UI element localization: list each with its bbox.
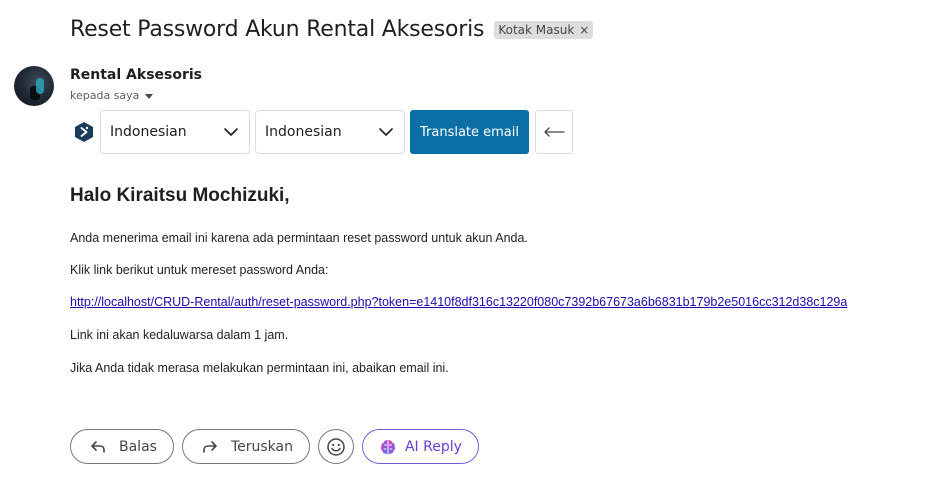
- reply-label: Balas: [119, 438, 157, 455]
- sender-name[interactable]: Rental Aksesoris: [70, 67, 202, 83]
- translate-bar: Indonesian Indonesian Translate email: [74, 110, 573, 154]
- subject-row: Reset Password Akun Rental Aksesoris Kot…: [70, 17, 594, 42]
- remove-label-icon[interactable]: ×: [579, 23, 589, 37]
- forward-button[interactable]: Teruskan: [181, 429, 310, 464]
- reply-actions: Balas Teruskan AI Reply: [70, 429, 479, 464]
- sender-avatar[interactable]: [14, 66, 54, 106]
- body-paragraph-4: Jika Anda tidak merasa melakukan permint…: [70, 361, 449, 375]
- chevron-down-icon: [224, 128, 238, 136]
- chevron-down-icon: [379, 128, 393, 136]
- body-paragraph-3: Link ini akan kedaluwarsa dalam 1 jam.: [70, 328, 289, 342]
- recipient-details-toggle[interactable]: kepada saya: [70, 89, 154, 102]
- email-subject: Reset Password Akun Rental Aksesoris: [70, 17, 485, 42]
- reply-icon: [91, 440, 105, 453]
- inbox-label-text: Kotak Masuk: [498, 22, 575, 37]
- inbox-label-chip[interactable]: Kotak Masuk ×: [494, 20, 594, 39]
- ai-brain-icon: [380, 439, 396, 454]
- translate-logo-icon: [75, 122, 93, 142]
- translate-email-button[interactable]: Translate email: [410, 110, 529, 154]
- source-language-select[interactable]: Indonesian: [100, 110, 250, 154]
- reset-password-link[interactable]: http://localhost/CRUD-Rental/auth/reset-…: [70, 295, 847, 309]
- email-greeting: Halo Kiraitsu Mochizuki,: [70, 185, 290, 206]
- target-language-select[interactable]: Indonesian: [255, 110, 405, 154]
- recipient-text: kepada saya: [70, 89, 140, 102]
- target-language-value: Indonesian: [265, 124, 342, 140]
- reply-button[interactable]: Balas: [70, 429, 174, 464]
- ai-reply-button[interactable]: AI Reply: [361, 429, 479, 464]
- caret-down-icon: [145, 93, 154, 99]
- back-arrow-icon: [544, 127, 565, 137]
- emoji-reaction-button[interactable]: [317, 429, 354, 464]
- forward-icon: [203, 440, 217, 453]
- ai-reply-label: AI Reply: [404, 438, 462, 455]
- back-arrow-button[interactable]: [535, 110, 573, 154]
- body-paragraph-2: Klik link berikut untuk mereset password…: [70, 263, 329, 277]
- source-language-value: Indonesian: [110, 124, 187, 140]
- forward-label: Teruskan: [230, 438, 293, 455]
- emoji-icon: [327, 437, 345, 456]
- body-paragraph-1: Anda menerima email ini karena ada permi…: [70, 231, 528, 245]
